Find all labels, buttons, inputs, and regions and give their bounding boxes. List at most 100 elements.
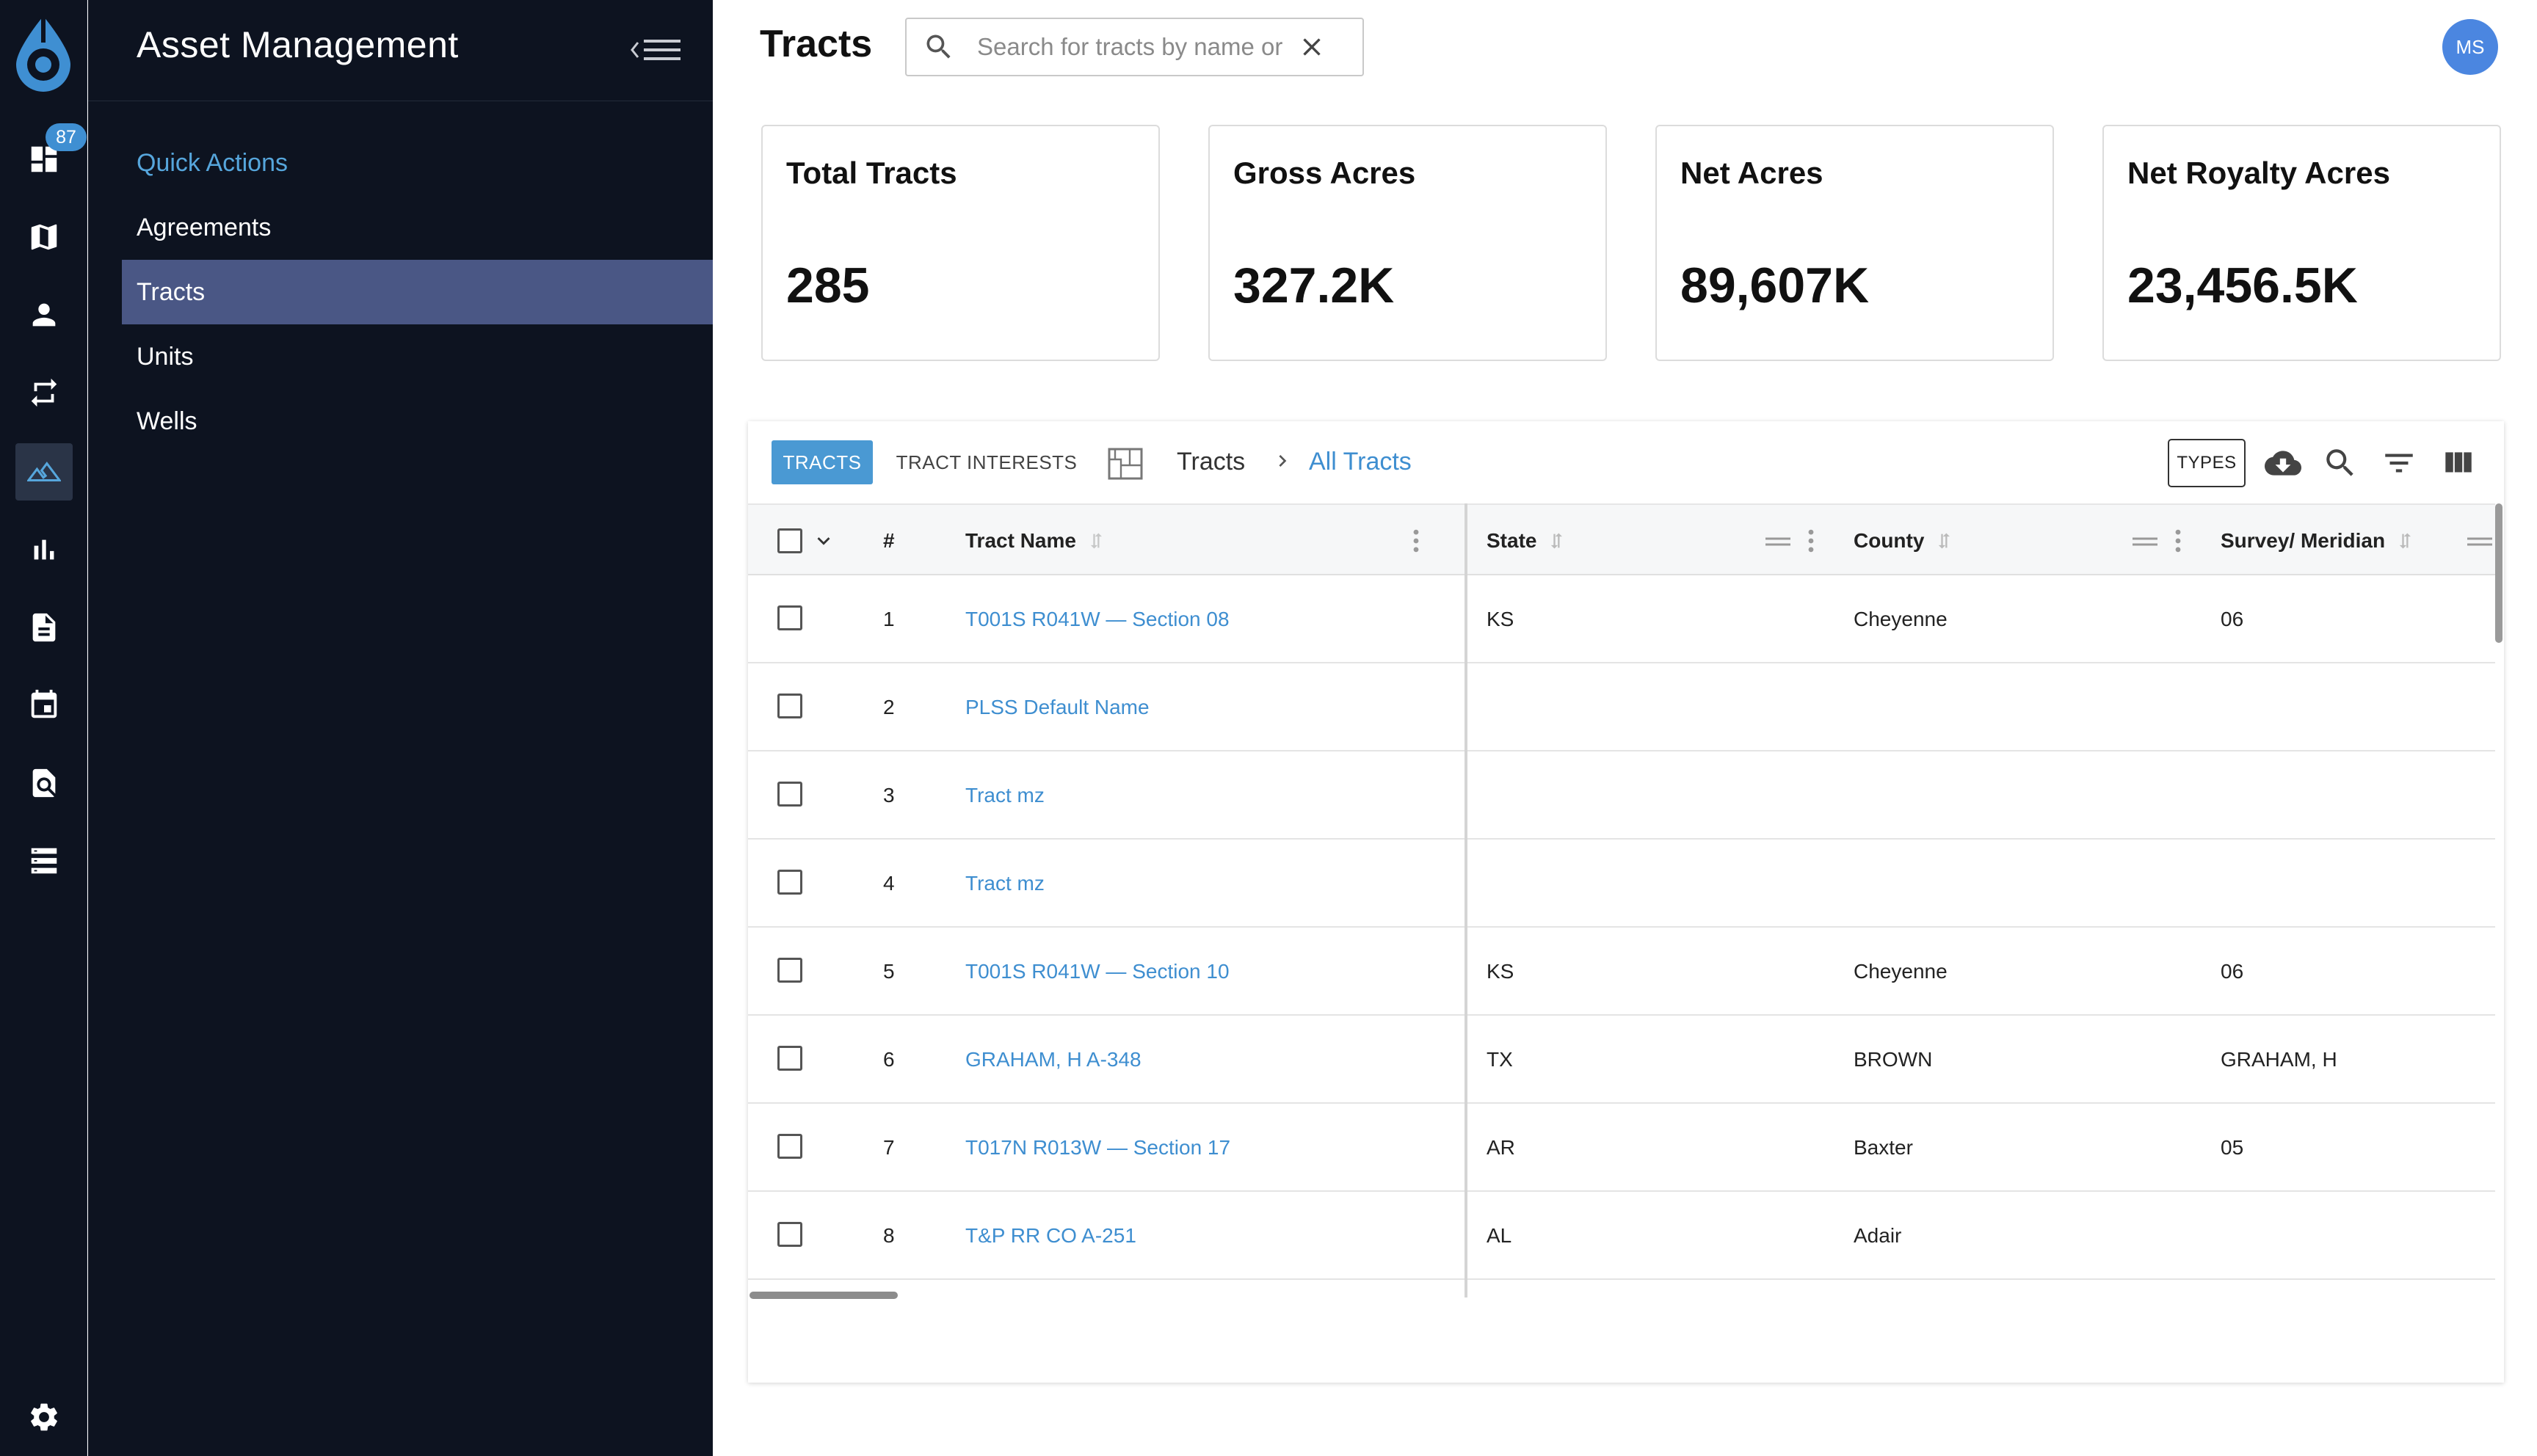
cell-number: 5: [883, 960, 895, 983]
cell-state: KS: [1487, 608, 1514, 630]
calendar-icon[interactable]: [15, 677, 73, 734]
breadcrumb-root[interactable]: Tracts: [1177, 448, 1245, 476]
row-checkbox[interactable]: [777, 1046, 802, 1071]
table-row[interactable]: 2 PLSS Default Name: [748, 663, 2495, 751]
cell-number: 4: [883, 872, 895, 895]
cell-survey: 05: [2221, 1136, 2244, 1159]
cell-tract-name-link[interactable]: T001S R041W — Section 10: [965, 928, 1230, 1016]
filter-icon[interactable]: [2381, 445, 2417, 481]
chevron-down-icon[interactable]: [811, 528, 836, 553]
column-menu-icon[interactable]: [1412, 528, 1420, 553]
column-header-survey-meridian[interactable]: Survey/ Meridian: [2221, 505, 2416, 577]
column-header-label: State: [1487, 529, 1537, 552]
bar-chart-icon[interactable]: [15, 521, 73, 578]
cell-tract-name-link[interactable]: PLSS Default Name: [965, 663, 1150, 751]
cell-state: TX: [1487, 1048, 1513, 1071]
card-value: 23,456.5K: [2127, 258, 2358, 313]
clear-search-icon[interactable]: [1297, 32, 1326, 62]
table-row[interactable]: 5 T001S R041W — Section 10 KS Cheyenne 0…: [748, 928, 2495, 1016]
cell-survey: 06: [2221, 608, 2244, 630]
map-view-icon[interactable]: [1106, 445, 1144, 483]
app-logo-icon[interactable]: [10, 13, 76, 94]
card-label: Total Tracts: [786, 156, 957, 190]
select-all-checkbox[interactable]: [777, 528, 802, 553]
grid-search-icon[interactable]: [2322, 445, 2359, 481]
cell-county: Baxter: [1854, 1136, 1913, 1159]
types-button[interactable]: TYPES: [2168, 439, 2246, 487]
sort-icon[interactable]: [1547, 531, 1567, 551]
table-row[interactable]: 3 Tract mz: [748, 751, 2495, 840]
table-row[interactable]: 4 Tract mz: [748, 840, 2495, 928]
avatar[interactable]: MS: [2442, 19, 2498, 75]
pinned-column-divider: [1465, 503, 1467, 1297]
repeat-icon[interactable]: [15, 364, 73, 421]
row-checkbox[interactable]: [777, 694, 802, 718]
table-row[interactable]: 1 T001S R041W — Section 08 KS Cheyenne 0…: [748, 575, 2495, 663]
card-label: Gross Acres: [1233, 156, 1416, 190]
cell-state: AL: [1487, 1224, 1512, 1247]
cell-tract-name-link[interactable]: T001S R041W — Section 08: [965, 575, 1230, 663]
row-checkbox[interactable]: [777, 958, 802, 983]
cell-tract-name-link[interactable]: T&P RR CO A-251: [965, 1192, 1136, 1280]
horizontal-scrollbar[interactable]: [750, 1292, 898, 1299]
tab-tract-interests[interactable]: TRACT INTERESTS: [880, 440, 1093, 484]
sort-icon[interactable]: [1934, 531, 1955, 551]
column-header-state[interactable]: State: [1487, 505, 1567, 577]
row-checkbox[interactable]: [777, 782, 802, 807]
document-icon[interactable]: [15, 599, 73, 656]
row-checkbox[interactable]: [777, 1222, 802, 1247]
map-icon[interactable]: [15, 208, 73, 266]
cell-state: AR: [1487, 1136, 1515, 1159]
sidebar-item-wells[interactable]: Wells: [122, 389, 713, 454]
cell-number: 1: [883, 608, 895, 630]
sort-icon[interactable]: [2395, 531, 2416, 551]
sidebar-item-agreements[interactable]: Agreements: [122, 195, 713, 260]
column-header-tract-name[interactable]: Tract Name: [965, 505, 1107, 577]
grid-toolbar: TRACTS TRACT INTERESTS Tracts All Tracts…: [748, 421, 2504, 503]
table-row[interactable]: 8 T&P RR CO A-251 AL Adair: [748, 1192, 2495, 1280]
vertical-scrollbar[interactable]: [2495, 503, 2502, 643]
settings-icon[interactable]: [15, 1388, 73, 1446]
card-net-royalty-acres: Net Royalty Acres 23,456.5K: [2102, 125, 2501, 361]
sidebar-item-tracts[interactable]: Tracts: [122, 260, 713, 324]
table-row[interactable]: 7 T017N R013W — Section 17 AR Baxter 05: [748, 1104, 2495, 1192]
sort-icon[interactable]: [1086, 531, 1107, 551]
drag-handle-icon[interactable]: [1765, 534, 1790, 549]
breadcrumb-current[interactable]: All Tracts: [1309, 448, 1412, 476]
person-icon[interactable]: [15, 286, 73, 343]
cell-tract-name-link[interactable]: GRAHAM, H A-348: [965, 1016, 1142, 1104]
search-input[interactable]: [977, 33, 1293, 61]
column-menu-icon[interactable]: [1807, 528, 1815, 553]
cell-tract-name-link[interactable]: Tract mz: [965, 840, 1045, 928]
card-total-tracts: Total Tracts 285: [761, 125, 1160, 361]
list-icon[interactable]: [15, 832, 73, 889]
cell-tract-name-link[interactable]: T017N R013W — Section 17: [965, 1104, 1230, 1192]
row-checkbox[interactable]: [777, 605, 802, 630]
select-all-cell: [777, 505, 836, 577]
row-checkbox[interactable]: [777, 870, 802, 895]
document-search-icon[interactable]: [15, 754, 73, 812]
collapse-menu-icon[interactable]: [629, 32, 683, 68]
cell-tract-name-link[interactable]: Tract mz: [965, 751, 1045, 840]
column-header-label: County: [1854, 529, 1925, 552]
columns-icon[interactable]: [2439, 445, 2476, 481]
row-checkbox[interactable]: [777, 1134, 802, 1159]
sidebar-header: Asset Management: [88, 0, 713, 101]
card-label: Net Royalty Acres: [2127, 156, 2390, 190]
column-menu-icon[interactable]: [2174, 528, 2182, 553]
card-value: 285: [786, 258, 870, 313]
drag-handle-icon[interactable]: [2467, 534, 2492, 549]
cell-number: 6: [883, 1048, 895, 1071]
cell-survey: 06: [2221, 960, 2244, 983]
sidebar-title: Asset Management: [137, 24, 459, 65]
drag-handle-icon[interactable]: [2133, 534, 2157, 549]
sidebar-item-units[interactable]: Units: [122, 324, 713, 389]
column-header-number: #: [883, 529, 895, 552]
sidebar: Asset Management Quick Actions Agreement…: [88, 0, 713, 1456]
column-header-county[interactable]: County: [1854, 505, 1955, 577]
table-row[interactable]: 6 GRAHAM, H A-348 TX BROWN GRAHAM, H: [748, 1016, 2495, 1104]
sidebar-item-quick-actions[interactable]: Quick Actions: [122, 131, 713, 195]
cloud-download-icon[interactable]: [2265, 445, 2301, 481]
tab-tracts[interactable]: TRACTS: [772, 440, 873, 484]
landscape-icon[interactable]: [15, 443, 73, 500]
